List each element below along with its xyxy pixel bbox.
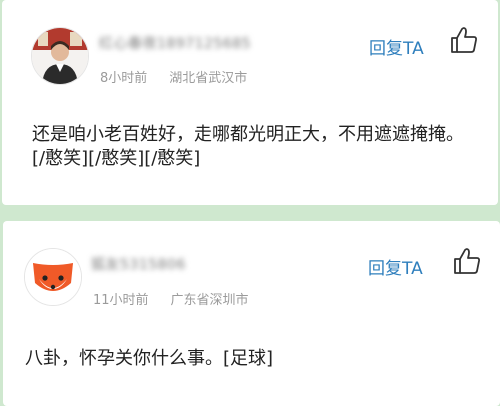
comment-location: 湖北省武汉市 bbox=[169, 71, 248, 86]
person-photo-avatar-icon bbox=[32, 28, 88, 84]
username[interactable]: 红心春夜1897125685 bbox=[99, 33, 251, 55]
user-avatar[interactable] bbox=[24, 248, 82, 306]
comment-card: 红心春夜1897125685 8小时前 湖北省武汉市 回复TA 还是咱小老百姓好，… bbox=[2, 0, 498, 205]
thumbs-up-icon bbox=[451, 27, 477, 53]
comment-content: 还是咱小老百姓好，走哪都光明正大，不用遮遮掩掩。[/憨笑][/憨笑][/憨笑] bbox=[32, 124, 464, 169]
like-button[interactable] bbox=[449, 25, 479, 55]
comment-time: 11小时前 bbox=[93, 293, 149, 308]
like-button[interactable] bbox=[452, 246, 482, 276]
reply-button[interactable]: 回复TA bbox=[369, 34, 424, 59]
username[interactable]: 狐友5315806 bbox=[91, 254, 186, 276]
fox-avatar-icon bbox=[25, 249, 81, 305]
thumbs-up-icon bbox=[454, 248, 480, 274]
comment-card: 狐友5315806 11小时前 广东省深圳市 回复TA 八卦，怀孕关你什么事。[足… bbox=[3, 221, 500, 406]
comment-meta: 11小时前 广东省深圳市 bbox=[93, 289, 249, 308]
comment-meta: 8小时前 湖北省武汉市 bbox=[100, 67, 247, 86]
comment-location: 广东省深圳市 bbox=[170, 293, 249, 308]
comment-time: 8小时前 bbox=[100, 71, 148, 86]
reply-button[interactable]: 回复TA bbox=[368, 254, 423, 279]
comment-content: 八卦，怀孕关你什么事。[足球] bbox=[25, 348, 274, 369]
user-avatar[interactable] bbox=[31, 27, 89, 85]
